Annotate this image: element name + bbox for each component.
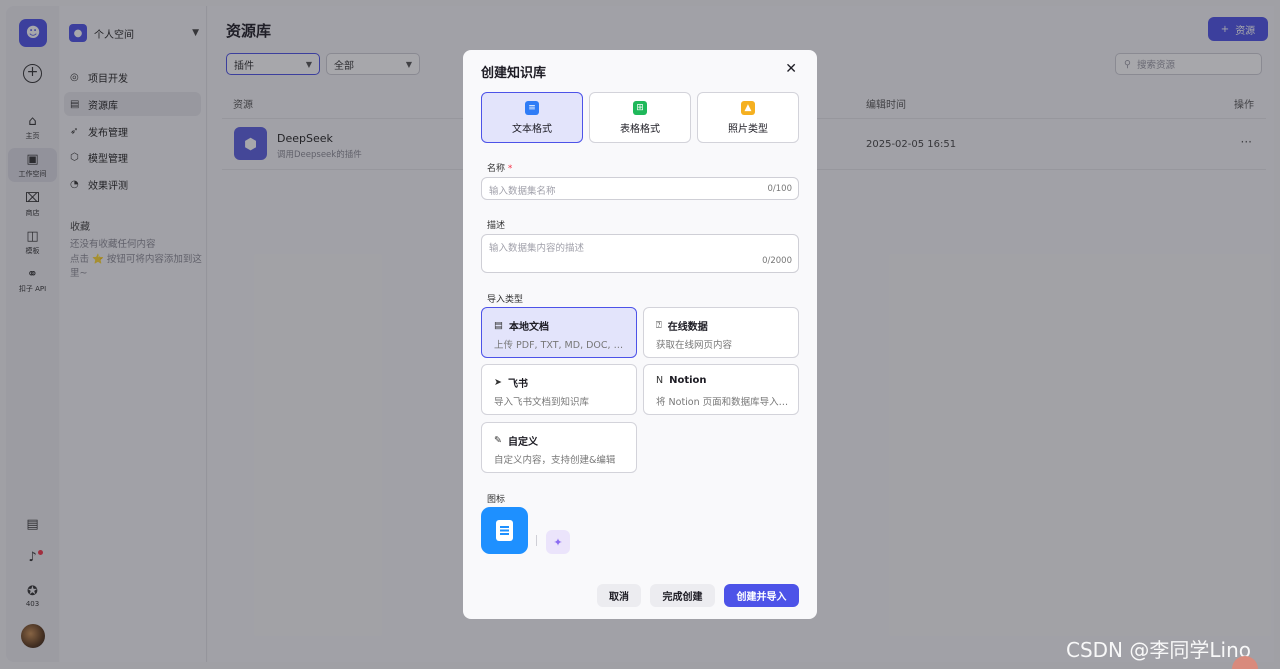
desc-label: 描述 — [487, 221, 506, 231]
name-input[interactable]: 输入数据集名称 0/100 — [481, 177, 799, 200]
desc-char-count: 0/2000 — [762, 256, 792, 266]
import-title: 飞书 — [507, 379, 528, 390]
finish-create-button[interactable]: 完成创建 — [650, 584, 715, 607]
import-option-notion[interactable]: N Notion 将 Notion 页面和数据库导入到知识库 — [643, 364, 799, 415]
import-title: Notion — [669, 375, 707, 386]
image-icon: ▲ — [741, 100, 755, 115]
table-icon: ⊞ — [633, 100, 647, 115]
description-textarea[interactable]: 输入数据集内容的描述 0/2000 — [481, 234, 799, 273]
text-doc-icon: ≡ — [525, 100, 539, 115]
import-desc: 获取在线网页内容 — [656, 340, 733, 351]
close-icon[interactable]: ✕ — [785, 61, 797, 77]
divider — [536, 535, 537, 546]
name-char-count: 0/100 — [767, 184, 793, 194]
feishu-icon: ➤ — [494, 377, 502, 388]
format-option-image[interactable]: ▲ 照片类型 — [697, 92, 799, 143]
web-page-icon: ⍰ — [656, 320, 662, 331]
import-type-label: 导入类型 — [487, 295, 524, 305]
import-title: 在线数据 — [667, 322, 708, 333]
format-option-text[interactable]: ≡ 文本格式 — [481, 92, 583, 143]
import-option-local-doc[interactable]: ▤ 本地文档 上传 PDF, TXT, MD, DOC, DOCX 格式的本地文… — [481, 307, 637, 358]
format-option-table[interactable]: ⊞ 表格格式 — [589, 92, 691, 143]
name-label-text: 名称 — [487, 164, 506, 174]
desc-placeholder: 输入数据集内容的描述 — [489, 243, 585, 254]
import-title: 本地文档 — [508, 322, 549, 333]
watermark-text: CSDN @李同学Lino — [1066, 638, 1251, 662]
document-icon — [496, 520, 513, 541]
name-placeholder: 输入数据集名称 — [489, 186, 556, 197]
knowledge-icon-upload[interactable] — [481, 507, 528, 554]
file-icon: ▤ — [494, 320, 503, 331]
import-option-online[interactable]: ⍰ 在线数据 获取在线网页内容 — [643, 307, 799, 358]
import-desc: 上传 PDF, TXT, MD, DOC, DOCX 格式的本地文件 — [494, 340, 630, 351]
import-option-custom[interactable]: ✎ 自定义 自定义内容，支持创建&编辑 — [481, 422, 637, 473]
import-desc: 自定义内容，支持创建&编辑 — [494, 455, 616, 466]
cancel-button[interactable]: 取消 — [597, 584, 641, 607]
notion-icon: N — [656, 375, 664, 386]
dialog-title: 创建知识库 — [481, 66, 547, 81]
edit-doc-icon: ✎ — [494, 435, 502, 446]
required-mark: * — [507, 164, 513, 174]
create-and-import-button[interactable]: 创建并导入 — [724, 584, 799, 607]
create-knowledge-dialog: 创建知识库 ✕ ≡ 文本格式 ⊞ 表格格式 ▲ 照片类型 名称 * 输入数据集名… — [463, 50, 817, 619]
import-desc: 导入飞书文档到知识库 — [494, 397, 590, 408]
icon-label: 图标 — [487, 495, 506, 505]
format-label: 表格格式 — [620, 123, 660, 135]
format-label: 照片类型 — [728, 123, 768, 135]
import-title: 自定义 — [507, 437, 538, 448]
format-label: 文本格式 — [512, 123, 552, 135]
ai-generate-icon[interactable]: ✦ — [546, 530, 570, 554]
import-option-feishu[interactable]: ➤ 飞书 导入飞书文档到知识库 — [481, 364, 637, 415]
name-label: 名称 * — [487, 161, 512, 174]
import-desc: 将 Notion 页面和数据库导入到知识库 — [656, 397, 792, 408]
